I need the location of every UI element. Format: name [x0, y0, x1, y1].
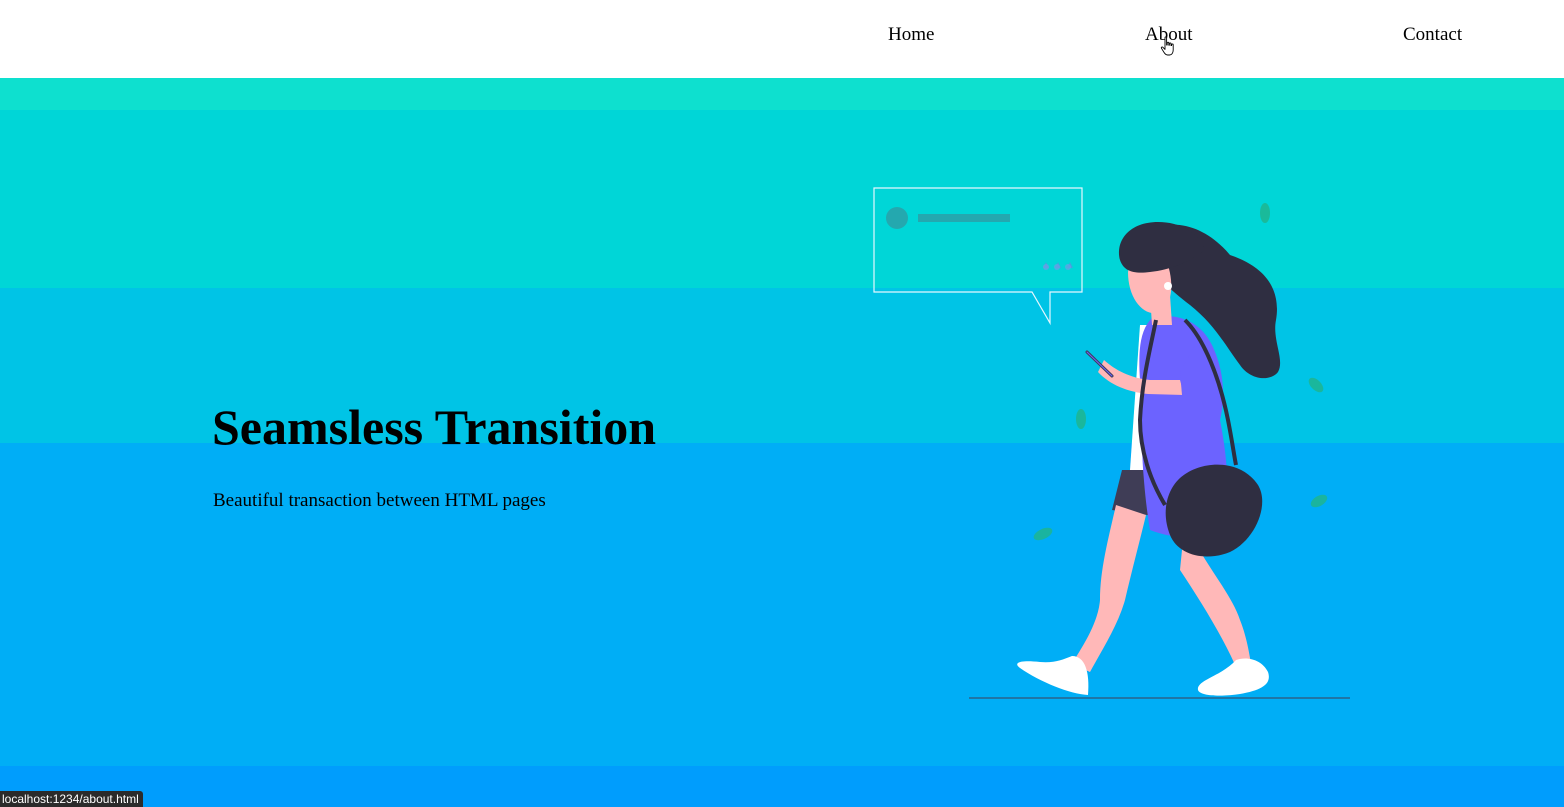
page: Home About Contact Seamsless Transition … — [0, 0, 1564, 807]
woman-walking-illustration — [873, 187, 1350, 699]
hero-band-top — [0, 78, 1564, 110]
nav-link-home[interactable]: Home — [888, 24, 934, 46]
nav-link-contact[interactable]: Contact — [1403, 24, 1462, 46]
hero-subtitle: Beautiful transaction between HTML pages — [213, 490, 546, 511]
hero-band-bottom — [0, 766, 1564, 807]
navbar: Home About Contact — [0, 0, 1564, 78]
chat-bubble-icon — [873, 187, 1083, 326]
hero-title: Seamsless Transition — [212, 399, 657, 455]
status-bar-url: localhost:1234/about.html — [0, 791, 143, 807]
hand-cursor-icon — [1160, 36, 1174, 56]
